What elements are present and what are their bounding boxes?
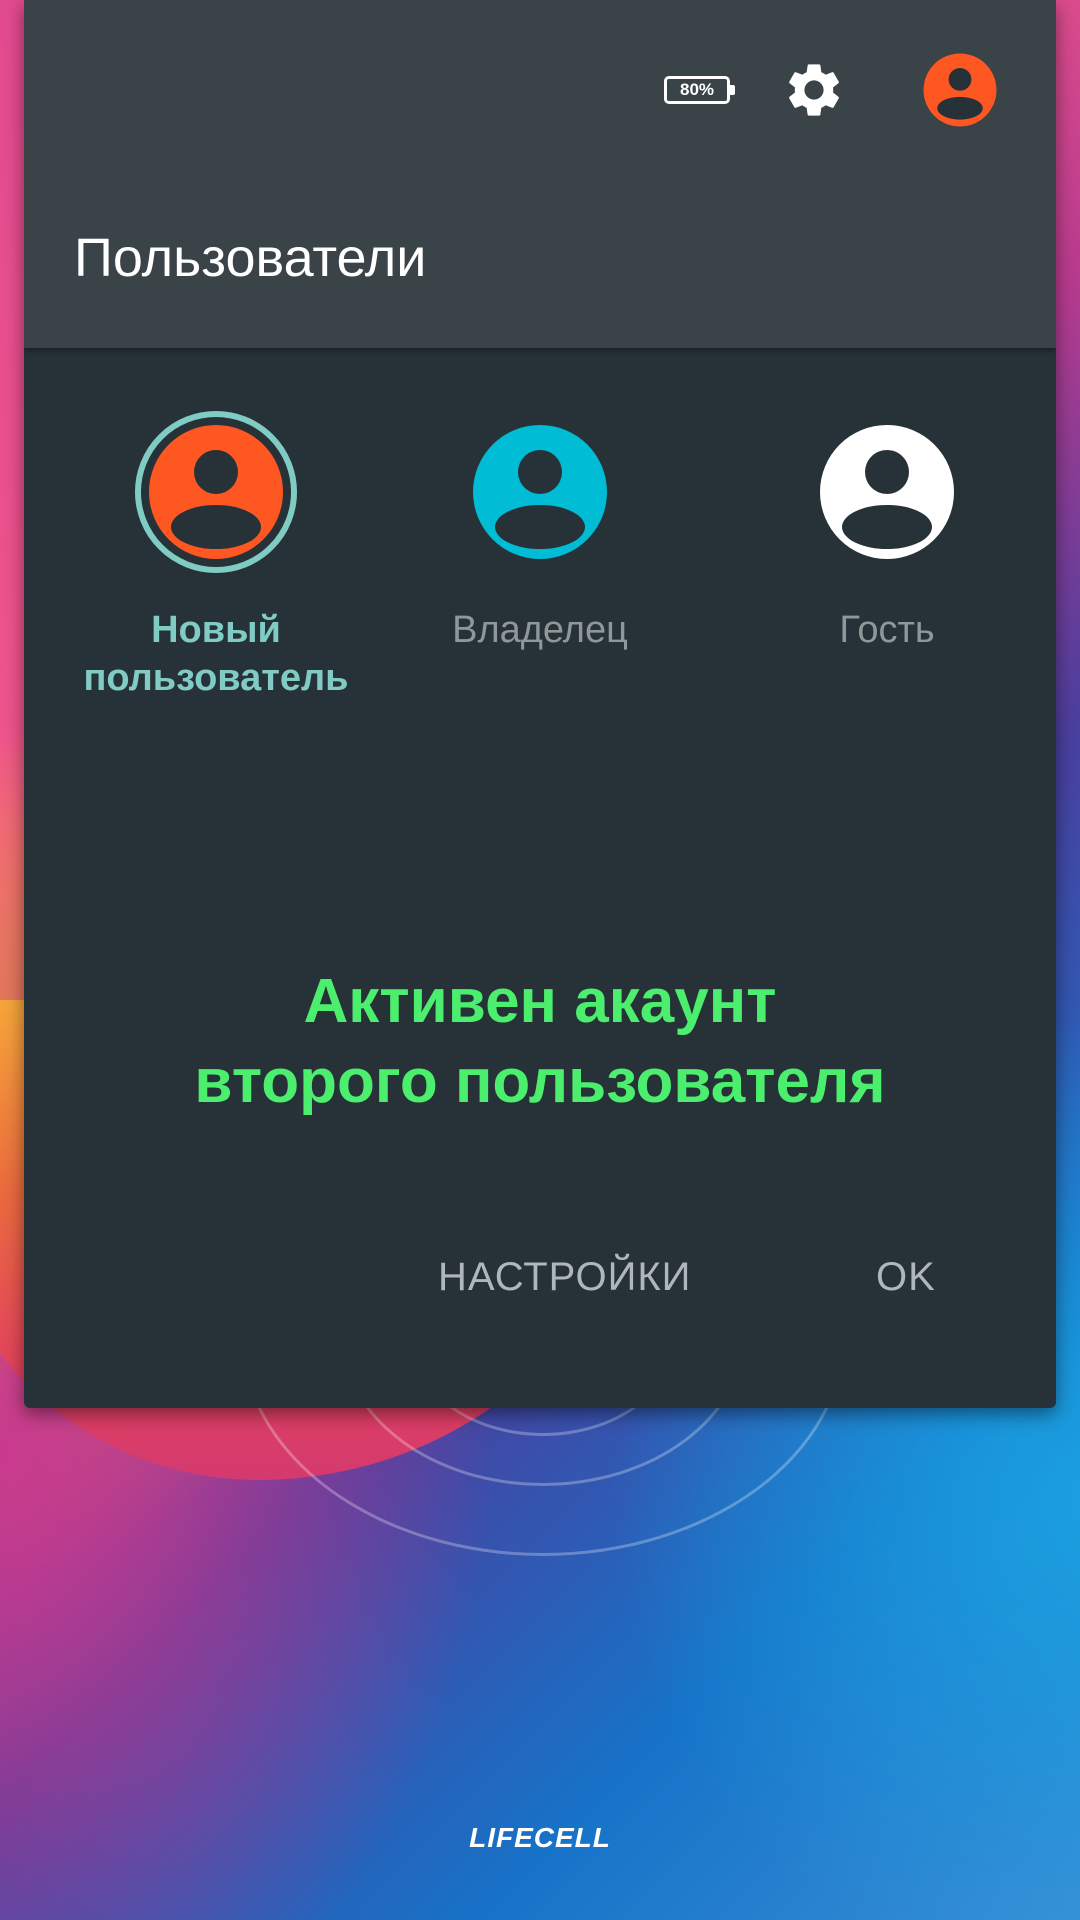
annotation-line-1: Активен акаунт <box>303 967 777 1036</box>
ok-button[interactable]: OK <box>876 1252 936 1302</box>
user-item-new-user[interactable]: Новый пользователь <box>46 410 386 702</box>
annotation-text: Активен акаунт второго пользователя <box>24 962 1056 1122</box>
user-label: Владелец <box>452 609 628 651</box>
settings-button[interactable]: НАСТРОЙКИ <box>438 1252 691 1302</box>
panel-title: Пользователи <box>74 228 427 288</box>
user-avatar-icon <box>135 411 297 573</box>
user-item-owner[interactable]: Владелец <box>370 410 710 654</box>
user-avatar-icon <box>820 425 954 559</box>
panel-header: 80% Пользователи <box>24 0 1056 348</box>
user-avatar-icon <box>473 425 607 559</box>
annotation-line-2: второго пользователя <box>194 1047 886 1116</box>
user-label: Гость <box>839 609 935 651</box>
user-switcher-panel: 80% Пользователи Новый пользователь Влад… <box>24 0 1056 1408</box>
user-item-guest[interactable]: Гость <box>717 410 1056 654</box>
battery-icon: 80% <box>664 76 735 104</box>
gear-icon[interactable] <box>782 58 846 122</box>
current-user-avatar-icon[interactable] <box>922 52 998 128</box>
user-label: Новый пользователь <box>83 609 349 699</box>
carrier-label: LIFECELL <box>469 1822 611 1853</box>
